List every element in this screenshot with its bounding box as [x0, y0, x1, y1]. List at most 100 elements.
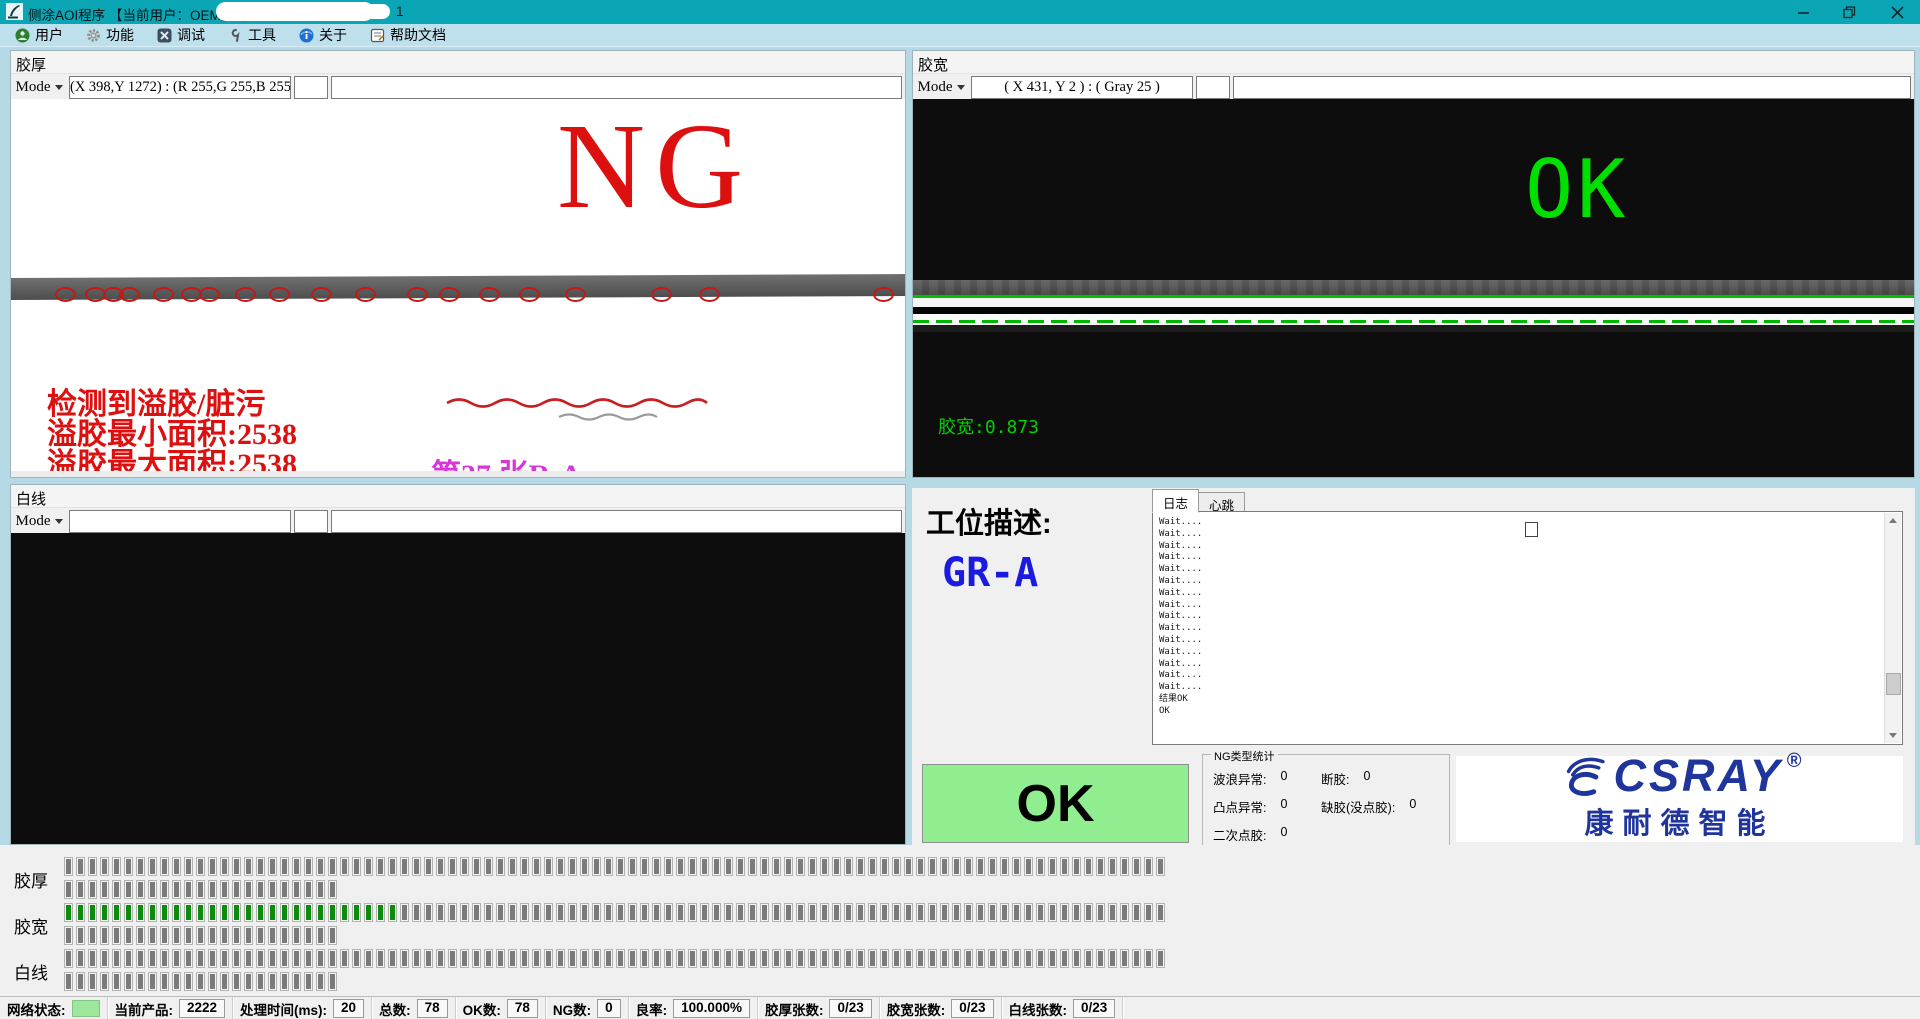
history-cell [472, 857, 481, 876]
history-cell [904, 903, 913, 922]
status-label: 胶宽张数: [887, 999, 946, 1019]
info-icon [298, 27, 314, 43]
history-cell [184, 903, 193, 922]
inspection-image-glue-width[interactable]: OK 胶宽:0.873 [913, 99, 1914, 477]
history-cell [568, 903, 577, 922]
status-value: 0/23 [1073, 999, 1115, 1018]
history-cell [592, 903, 601, 922]
history-cell [712, 857, 721, 876]
history-cell [796, 949, 805, 968]
status-label: 白线张数: [1009, 999, 1068, 1019]
menu-item-label: 调试 [177, 25, 205, 45]
wrench-icon [227, 27, 243, 43]
mode-dropdown[interactable]: Mode [917, 77, 965, 97]
inspection-image-white-line[interactable] [11, 533, 905, 844]
history-cell [856, 857, 865, 876]
image-bottom-strip [11, 471, 905, 477]
history-cell [508, 949, 517, 968]
mode-dropdown[interactable]: Mode [15, 77, 63, 97]
scrollbar-thumb[interactable] [1886, 673, 1901, 695]
minimize-button[interactable] [1786, 0, 1820, 24]
history-cell [688, 857, 697, 876]
status-label: OK数: [463, 999, 501, 1019]
overall-result-button[interactable]: OK [922, 764, 1189, 843]
ng-type-stats-group: NG类型统计 波浪异常:0凸点异常:0二次点胶:0 断胶:0缺胶(没点胶):0 [1202, 754, 1450, 846]
history-cell [688, 903, 697, 922]
history-cell [304, 972, 313, 991]
scroll-down-icon[interactable] [1885, 728, 1901, 743]
log-scrollbar[interactable] [1884, 513, 1901, 743]
history-cell [1120, 949, 1129, 968]
tab-heartbeat[interactable]: 心跳 [1198, 492, 1245, 513]
tab-log[interactable]: 日志 [1152, 489, 1199, 513]
history-cell [112, 857, 121, 876]
history-cell [976, 903, 985, 922]
mode-dropdown[interactable]: Mode [15, 511, 63, 531]
history-row-label: 胶厚 [14, 867, 58, 892]
history-cell [148, 972, 157, 991]
history-cell [160, 857, 169, 876]
history-cell [652, 949, 661, 968]
history-cell [1108, 949, 1117, 968]
history-cell [1108, 903, 1117, 922]
history-cell [988, 949, 997, 968]
result-text-ng: NG [557, 117, 753, 217]
log-panel[interactable]: Wait.... Wait.... Wait.... Wait.... Wait… [1152, 511, 1903, 745]
status-item-7: 胶厚张数:0/23 [758, 997, 880, 1019]
defect-circle [311, 287, 332, 302]
history-cell [520, 949, 529, 968]
history-cell [292, 857, 301, 876]
status-item-6: 良率:100.000% [629, 997, 758, 1019]
log-checkbox[interactable] [1525, 522, 1538, 537]
history-cell [304, 880, 313, 899]
history-cell [640, 903, 649, 922]
menu-item-label: 工具 [248, 25, 276, 45]
history-cell [1156, 949, 1165, 968]
menu-item-debug[interactable]: 调试 [156, 25, 205, 45]
history-cell [100, 949, 109, 968]
history-cell [136, 972, 145, 991]
chevron-down-icon [957, 85, 965, 90]
history-cell [208, 926, 217, 945]
history-cell [472, 903, 481, 922]
history-cell [772, 949, 781, 968]
inspection-image-glue-thickness[interactable]: NG 检测到溢胶/脏污 溢胶最小面积:2538 溢胶最大面积:2538 第37 … [11, 99, 905, 477]
status-label: 总数: [379, 999, 411, 1019]
history-cell [76, 880, 85, 899]
history-cell-row [64, 972, 340, 992]
history-cell [964, 949, 973, 968]
menu-item-tools[interactable]: 工具 [227, 25, 276, 45]
menu-item-help[interactable]: 帮助文档 [369, 25, 446, 45]
menu-item-label: 帮助文档 [390, 25, 446, 45]
history-cell [160, 926, 169, 945]
history-cell [244, 857, 253, 876]
defect-circle [153, 287, 174, 302]
history-cell [928, 857, 937, 876]
history-cell [1036, 949, 1045, 968]
pixel-coordinate-readout: ( X 431, Y 2 ) : ( Gray 25 ) [971, 76, 1193, 99]
menu-item-about[interactable]: 关于 [298, 25, 347, 45]
history-cell [124, 880, 133, 899]
scroll-up-icon[interactable] [1885, 513, 1901, 528]
white-band-top [913, 298, 1914, 307]
history-cell [616, 949, 625, 968]
history-cell [880, 949, 889, 968]
close-button[interactable] [1880, 0, 1914, 24]
history-cell [280, 972, 289, 991]
menu-item-functions[interactable]: 功能 [85, 25, 134, 45]
history-cell [100, 903, 109, 922]
menu-bar: 用户 功能 调试 工具 关于 [0, 24, 1920, 47]
history-cell [604, 903, 613, 922]
history-cell [328, 857, 337, 876]
history-cell [184, 880, 193, 899]
history-cell [604, 949, 613, 968]
history-cell [616, 903, 625, 922]
defect-circle [565, 287, 586, 302]
history-cell [1144, 857, 1153, 876]
menu-item-user[interactable]: 用户 [14, 25, 63, 45]
history-cell [256, 949, 265, 968]
restore-button[interactable] [1832, 0, 1866, 24]
history-cell [532, 903, 541, 922]
history-cell [136, 880, 145, 899]
panel-title: 胶宽 [913, 51, 1914, 73]
